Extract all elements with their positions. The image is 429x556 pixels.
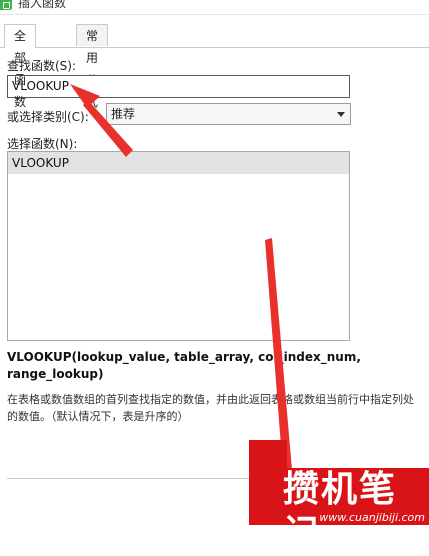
arrow-to-list-icon: [265, 238, 292, 472]
arrow-to-search-icon: [70, 84, 133, 157]
tab-all-functions[interactable]: 全部函数: [4, 24, 37, 109]
watermark-url: www.cuanjibiji.com: [319, 511, 425, 524]
watermark: 攒机笔记 www.cuanjibiji.com: [249, 440, 429, 554]
